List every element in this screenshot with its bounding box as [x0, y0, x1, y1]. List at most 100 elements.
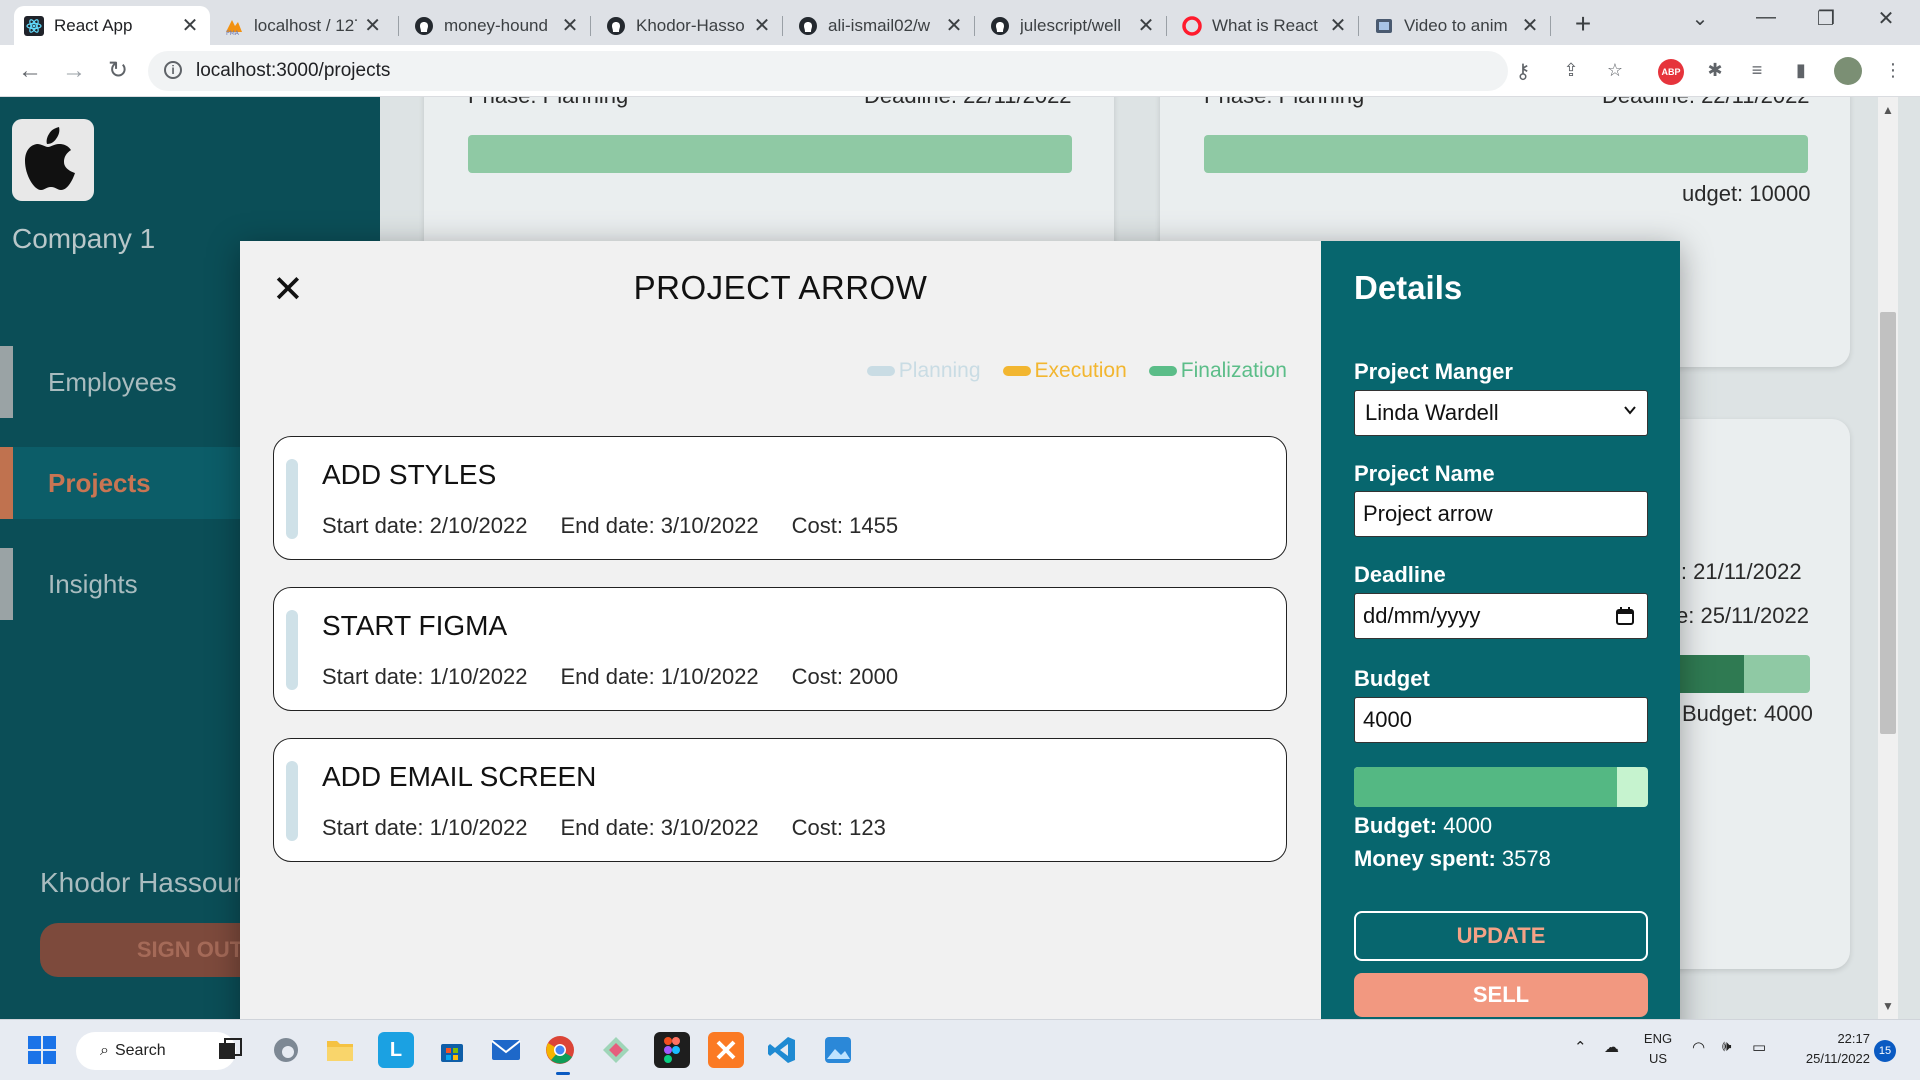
site-info-icon[interactable]: i — [164, 61, 182, 79]
update-button[interactable]: UPDATE — [1354, 911, 1648, 961]
svg-text:PMA: PMA — [226, 30, 240, 36]
card-budget-bar — [468, 135, 1072, 173]
reading-list-icon[interactable]: ≡ — [1744, 57, 1770, 83]
url-text[interactable]: localhost:3000/projects — [196, 60, 390, 82]
more-menu-icon[interactable]: ⋮ — [1880, 57, 1906, 83]
browser-tab-bar: React App ✕ PMA localhost / 127 ✕ money-… — [0, 0, 1920, 45]
deadline-date-input[interactable]: dd/mm/yyyy — [1354, 593, 1648, 639]
file-explorer-icon[interactable] — [322, 1032, 358, 1068]
clock-time[interactable]: 22:17 — [1790, 1031, 1870, 1046]
forward-arrow-icon[interactable]: → — [58, 55, 90, 87]
edge-icon[interactable] — [268, 1032, 304, 1068]
photos-icon[interactable] — [820, 1032, 856, 1068]
sell-button[interactable]: SELL — [1354, 973, 1648, 1017]
language-code[interactable]: ENG — [1640, 1031, 1676, 1046]
close-tab-icon[interactable]: ✕ — [363, 13, 382, 38]
profile-avatar[interactable] — [1834, 57, 1862, 85]
budget-stat-label: Budget: — [1354, 813, 1438, 838]
reload-icon[interactable]: ↻ — [102, 55, 134, 87]
close-tab-icon[interactable]: ✕ — [752, 13, 772, 38]
tab-khodor-hassoun[interactable]: Khodor-Hasso ✕ — [596, 6, 782, 45]
project-modal: ✕ PROJECT ARROW Planning Execution Final… — [240, 241, 1680, 1019]
tab-julescript[interactable]: julescript/well ✕ — [980, 6, 1166, 45]
tab-phpmyadmin[interactable]: PMA localhost / 127 ✕ — [214, 6, 392, 45]
task-card[interactable]: START FIGMA Start date: 1/10/2022 End da… — [273, 587, 1287, 711]
task-phase-stripe — [286, 761, 298, 841]
scrollbar-thumb[interactable] — [1880, 312, 1896, 734]
close-tab-icon[interactable]: ✕ — [1328, 13, 1348, 38]
task-card[interactable]: ADD STYLES Start date: 2/10/2022 End dat… — [273, 436, 1287, 560]
close-window-button[interactable]: ✕ — [1866, 6, 1906, 31]
tab-money-hound[interactable]: money-hound ✕ — [404, 6, 590, 45]
tab-label: React App — [54, 15, 133, 35]
adblock-plus-icon[interactable]: ABP — [1658, 59, 1684, 85]
card-deadline: Deadline: 22/11/2022 — [1602, 97, 1810, 109]
calendar-icon[interactable] — [1615, 606, 1635, 626]
card-phase: Phase: Planning — [1204, 97, 1364, 109]
project-manager-value: Linda Wardell — [1365, 400, 1499, 425]
tab-react-app[interactable]: React App ✕ — [14, 6, 210, 45]
scroll-down-arrow-icon[interactable]: ▼ — [1878, 999, 1898, 1013]
task-meta: Start date: 2/10/2022 End date: 3/10/202… — [322, 513, 931, 539]
close-tab-icon[interactable]: ✕ — [944, 13, 964, 38]
notification-badge[interactable]: 15 — [1874, 1040, 1896, 1062]
microsoft-store-icon[interactable] — [434, 1032, 470, 1068]
close-tab-icon[interactable]: ✕ — [180, 13, 200, 38]
project-manager-select[interactable]: Linda Wardell — [1354, 390, 1648, 436]
mail-icon[interactable] — [488, 1032, 524, 1068]
tab-label: Video to anim — [1404, 15, 1508, 35]
legend-swatch — [866, 366, 895, 376]
lenovo-vantage-icon[interactable]: L — [378, 1032, 414, 1068]
volume-icon[interactable]: 🕪 — [1722, 1038, 1731, 1055]
url-omnibox[interactable]: i localhost:3000/projects ⚷ — [148, 51, 1530, 91]
legend-label: Execution — [1034, 359, 1127, 382]
clock-date[interactable]: 25/11/2022 — [1780, 1051, 1870, 1066]
git-app-icon[interactable] — [598, 1032, 634, 1068]
windows-start-icon[interactable] — [24, 1032, 60, 1068]
battery-icon[interactable]: ▭ — [1752, 1038, 1766, 1056]
vscode-icon[interactable] — [764, 1032, 800, 1068]
close-tab-icon[interactable]: ✕ — [1136, 13, 1156, 38]
tab-video-to-anim[interactable]: Video to anim ✕ — [1364, 6, 1550, 45]
budget-input[interactable]: 4000 — [1354, 697, 1648, 743]
task-name: START FIGMA — [322, 610, 508, 641]
deadline-placeholder: dd/mm/yyyy — [1363, 603, 1481, 628]
bookmark-star-icon[interactable]: ☆ — [1602, 57, 1628, 83]
tab-search-chevron-icon[interactable]: ⌄ — [1680, 6, 1720, 31]
tab-label: Khodor-Hasso — [636, 15, 745, 35]
language-region[interactable]: US — [1640, 1051, 1676, 1066]
extensions-puzzle-icon[interactable]: ✱ — [1702, 57, 1728, 83]
github-icon — [606, 16, 626, 36]
back-arrow-icon[interactable]: ← — [14, 55, 46, 87]
budget-stat-value: 4000 — [1443, 813, 1493, 838]
show-hidden-icons-chevron[interactable]: ⌃ — [1574, 1038, 1587, 1056]
chrome-icon[interactable] — [542, 1032, 578, 1068]
task-card[interactable]: ADD EMAIL SCREEN Start date: 1/10/2022 E… — [273, 738, 1287, 862]
share-icon[interactable]: ⇪ — [1558, 57, 1584, 83]
wifi-icon[interactable]: ◠ — [1692, 1038, 1705, 1056]
tab-ali-ismail[interactable]: ali-ismail02/w ✕ — [788, 6, 974, 45]
tab-what-is-react[interactable]: What is React ✕ — [1172, 6, 1358, 45]
figma-icon[interactable] — [654, 1032, 690, 1068]
sidebar-item-label: Projects — [48, 467, 151, 498]
budget-label: Budget — [1354, 666, 1430, 691]
company-logo — [12, 119, 94, 201]
apple-logo-icon — [25, 127, 75, 190]
new-tab-button[interactable]: + — [1568, 8, 1598, 40]
scroll-up-arrow-icon[interactable]: ▲ — [1878, 103, 1898, 117]
side-panel-icon[interactable]: ▮ — [1788, 57, 1814, 83]
key-icon[interactable]: ⚷ — [1510, 59, 1536, 84]
close-tab-icon[interactable]: ✕ — [1520, 13, 1540, 38]
task-view-icon[interactable] — [212, 1032, 248, 1068]
video-icon — [1374, 16, 1394, 36]
details-title: Details — [1354, 269, 1463, 306]
restore-button[interactable]: ❐ — [1806, 6, 1846, 31]
github-icon — [990, 16, 1010, 36]
xampp-icon[interactable] — [708, 1032, 744, 1068]
budget-input-value: 4000 — [1363, 707, 1412, 732]
project-name-input[interactable]: Project arrow — [1354, 491, 1648, 537]
onedrive-cloud-icon[interactable]: ☁ — [1604, 1038, 1619, 1056]
tab-label: money-hound — [444, 15, 548, 35]
close-tab-icon[interactable]: ✕ — [560, 13, 580, 38]
minimize-button[interactable]: — — [1746, 6, 1786, 29]
